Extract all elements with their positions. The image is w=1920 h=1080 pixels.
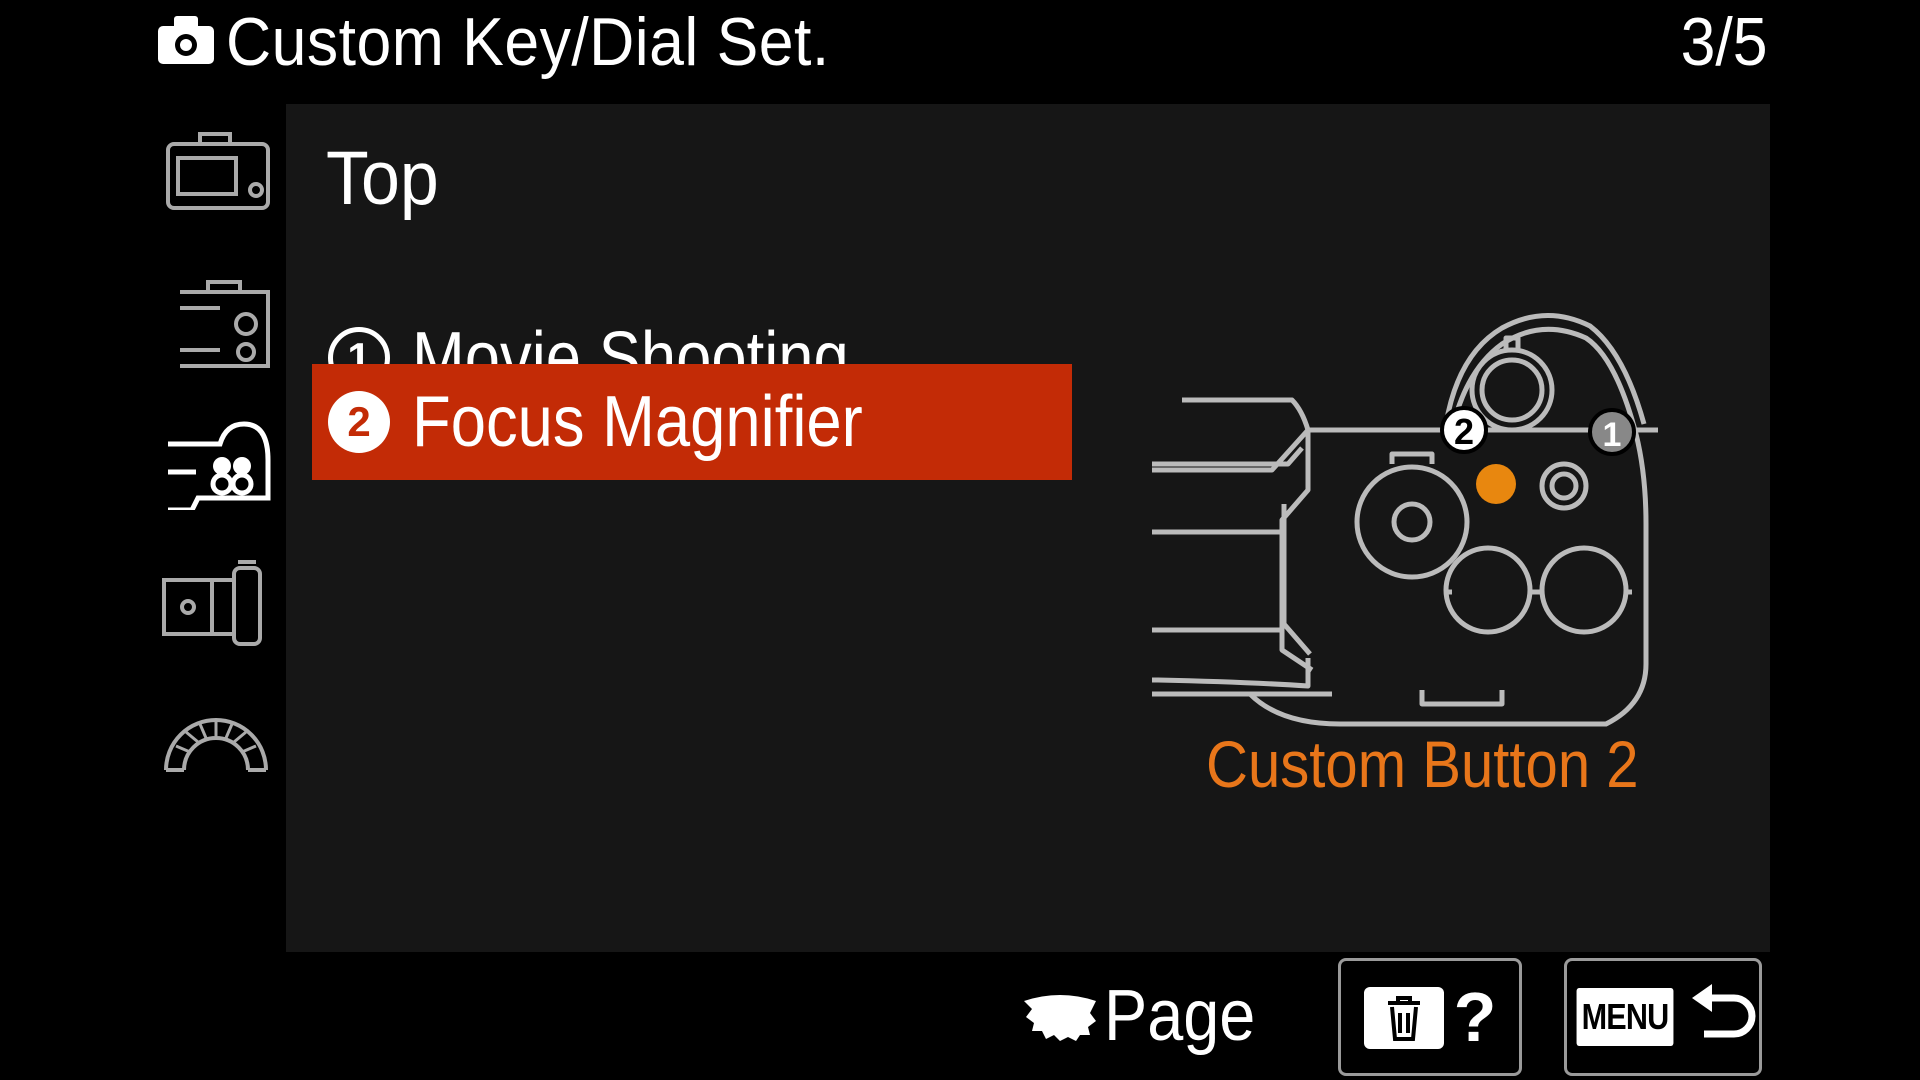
- trash-icon: [1363, 987, 1444, 1049]
- settings-panel: Top 1 Movie Shooting 2 Focus Magnifier 2…: [286, 104, 1770, 952]
- custom-button-icon[interactable]: [160, 410, 272, 510]
- page-hint-label: Page: [1104, 976, 1256, 1056]
- diagram-badge-1: 1: [1603, 416, 1622, 454]
- help-mark: ?: [1453, 978, 1497, 1056]
- camera-top-view-icon: 2 1: [1152, 313, 1658, 727]
- section-title: Top: [326, 136, 439, 221]
- return-arrow-icon: [1692, 984, 1756, 1038]
- camera-icon: [158, 16, 214, 64]
- menu-item-focus-magnifier[interactable]: 2 Focus Magnifier: [312, 364, 1072, 480]
- help-button[interactable]: ?: [1338, 958, 1522, 1076]
- menu-key-label: MENU: [1576, 988, 1674, 1046]
- page-counter: 3/5: [1681, 4, 1768, 80]
- menu-item-label: Focus Magnifier: [412, 382, 863, 462]
- diagram-caption: Custom Button 2: [1206, 727, 1639, 801]
- item-number-badge: 2: [328, 391, 390, 453]
- back-button[interactable]: MENU: [1564, 958, 1762, 1076]
- camera-side-icon[interactable]: [160, 550, 272, 650]
- dial-meter-icon[interactable]: [160, 690, 272, 790]
- camera-body-icon[interactable]: [160, 120, 272, 220]
- camera-settings-icon[interactable]: [160, 270, 272, 370]
- screen: Custom Key/Dial Set. 3/5 Top 1 Movie Sho…: [0, 0, 1920, 1080]
- screen-title: Custom Key/Dial Set.: [226, 4, 830, 80]
- diagram-badge-2: 2: [1454, 411, 1474, 452]
- category-sidebar: [150, 120, 280, 820]
- page-hint: Page: [1020, 968, 1272, 1064]
- control-wheel-icon: [1024, 995, 1096, 1041]
